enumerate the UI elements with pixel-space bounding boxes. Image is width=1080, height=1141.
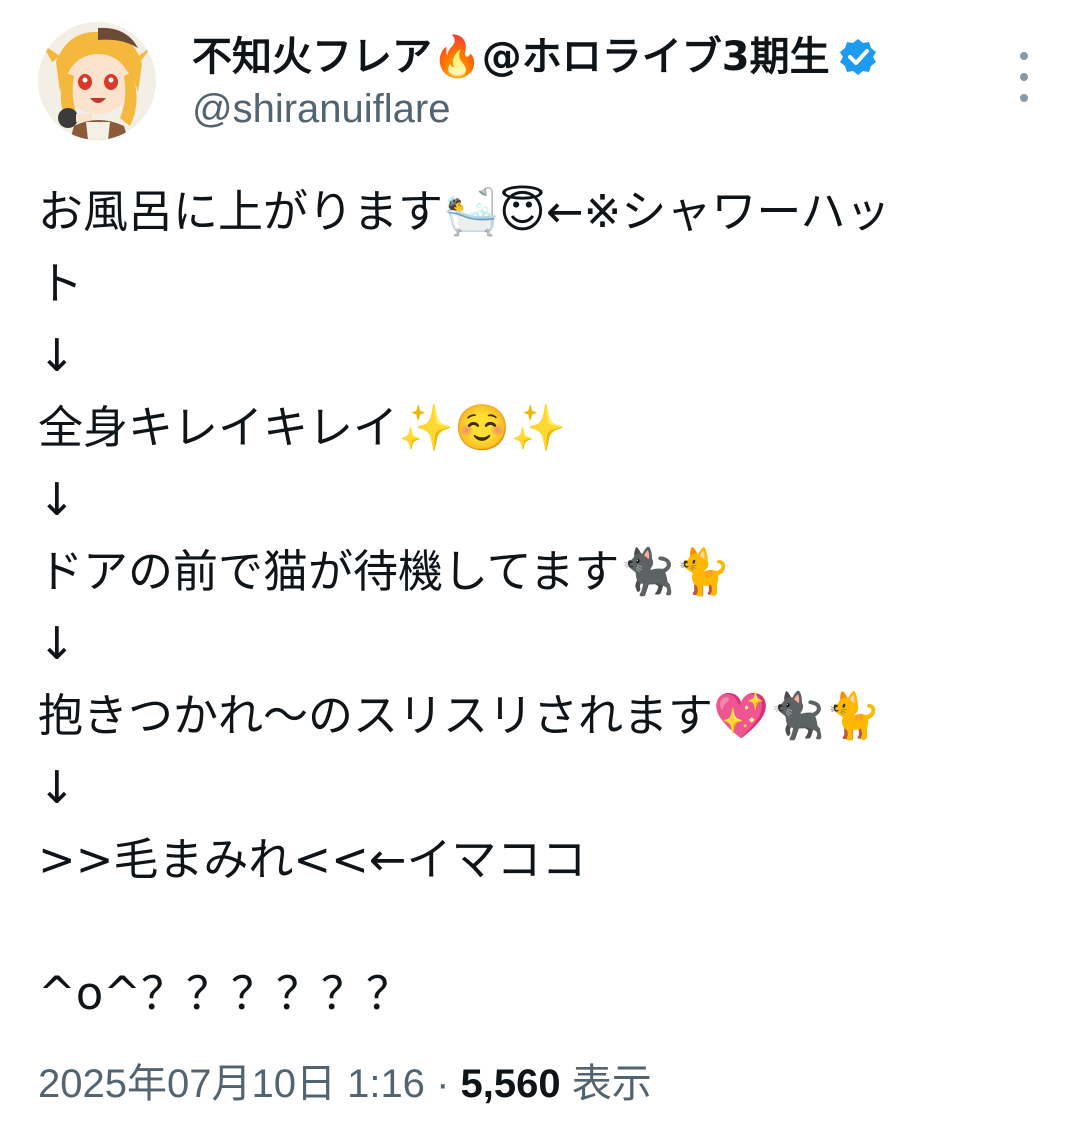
more-vertical-icon[interactable]	[1014, 52, 1034, 102]
tweet-line: ↓	[38, 761, 76, 814]
more-dot	[1020, 94, 1028, 102]
verified-badge-icon	[838, 37, 878, 77]
tweet-text: お風呂に上がります🛀😇←※シャワーハッ ト ↓ 全身キレイキレイ✨☺️✨ ↓ ド…	[38, 176, 1048, 1030]
tweet-line: ↓	[38, 617, 76, 670]
tweet-line: ドアの前で猫が待機してます🐈‍⬛🐈	[38, 545, 732, 598]
user-info: 不知火フレア🔥@ホロライブ3期生 @shiranuiflare	[192, 32, 878, 134]
tweet-line: 抱きつかれ〜のスリスリされます💖🐈‍⬛🐈	[38, 689, 882, 742]
tweet-line: >>毛まみれ<<←イマココ	[38, 833, 587, 886]
tweet-line: ↓	[38, 473, 76, 526]
view-count[interactable]: 5,560	[461, 1062, 561, 1106]
display-name-row: 不知火フレア🔥@ホロライブ3期生	[192, 32, 878, 82]
tweet-header: 不知火フレア🔥@ホロライブ3期生 @shiranuiflare	[38, 22, 1048, 152]
avatar-image	[38, 22, 156, 140]
display-name[interactable]: 不知火フレア🔥@ホロライブ3期生	[192, 32, 830, 82]
tweet-line: 全身キレイキレイ✨☺️✨	[38, 401, 567, 454]
more-dot	[1020, 52, 1028, 60]
tweet-line: お風呂に上がります🛀😇←※シャワーハッ	[38, 185, 891, 238]
meta-separator: ·	[436, 1062, 450, 1106]
tweet-timestamp[interactable]: 2025年07月10日 1:16	[38, 1062, 425, 1106]
tweet-line: ト	[38, 257, 84, 310]
tweet-meta: 2025年07月10日 1:16 · 5,560 表示	[38, 1057, 652, 1111]
tweet: 不知火フレア🔥@ホロライブ3期生 @shiranuiflare お風呂に上がりま…	[0, 0, 1080, 1141]
tweet-line: ^o^？？？？？？	[38, 967, 411, 1020]
tweet-line: ↓	[38, 329, 76, 382]
avatar[interactable]	[38, 22, 156, 140]
view-label: 表示	[571, 1062, 652, 1106]
more-dot	[1020, 73, 1028, 81]
user-handle[interactable]: @shiranuiflare	[192, 84, 878, 134]
